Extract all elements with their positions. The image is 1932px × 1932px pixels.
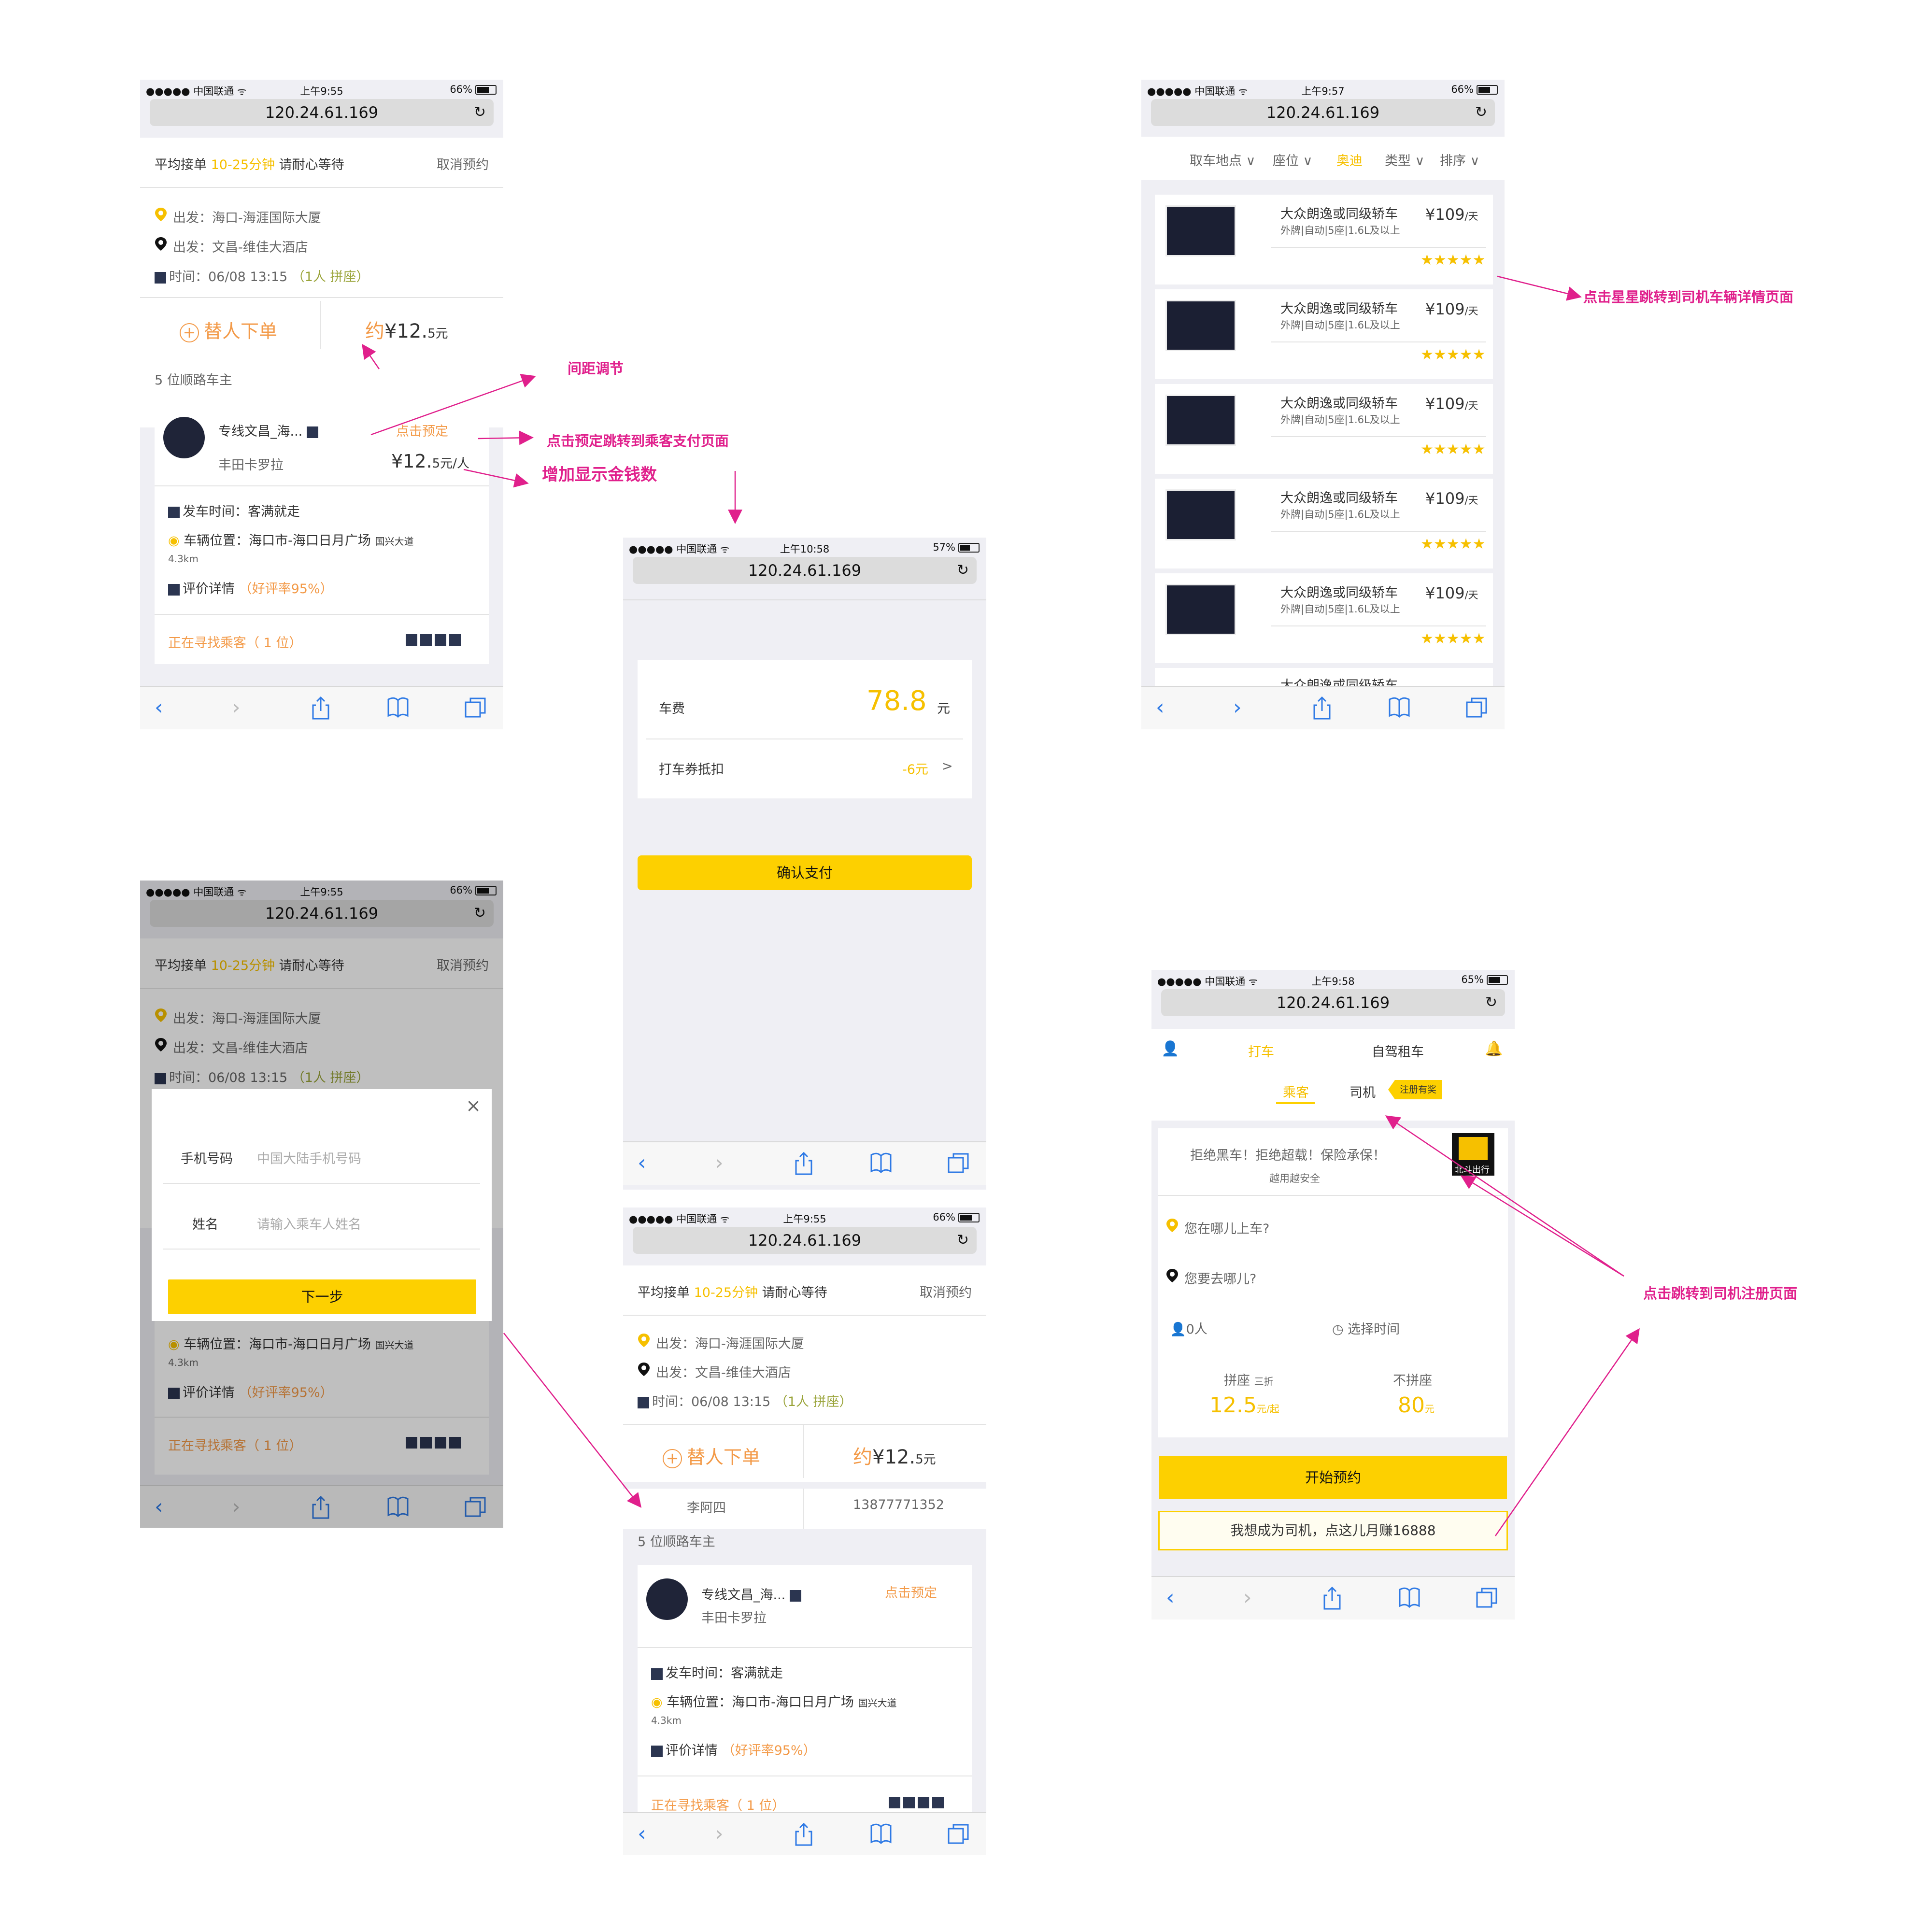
annotation-book-to-pay: 点击预定跳转到乘客支付页面 bbox=[547, 433, 729, 449]
annotation-show-amount: 增加显示金钱数 bbox=[542, 465, 657, 484]
annotation-stars-to-detail: 点击星星跳转到司机车辆详情页面 bbox=[1583, 289, 1794, 305]
annotation-spacing: 间距调节 bbox=[568, 360, 624, 377]
annotation-to-driver-reg: 点击跳转到司机注册页面 bbox=[1643, 1285, 1798, 1302]
